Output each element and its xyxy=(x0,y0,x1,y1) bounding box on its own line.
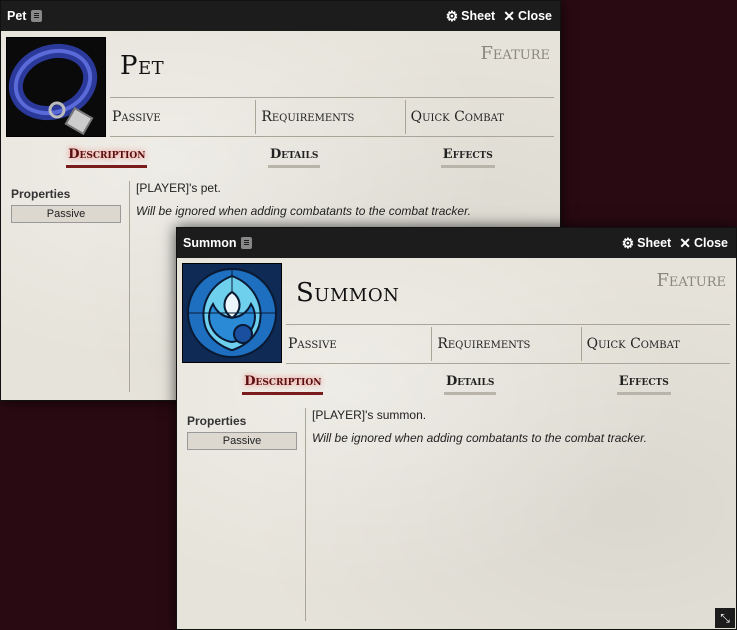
document-icon[interactable] xyxy=(31,10,43,22)
tab-description[interactable]: Description xyxy=(242,370,324,395)
sheet-button[interactable]: ⚙ Sheet xyxy=(446,9,496,23)
collar-icon xyxy=(7,38,105,136)
properties-sidebar: Properties Passive xyxy=(182,408,306,621)
item-image[interactable] xyxy=(182,263,282,363)
stained-glass-summon-icon xyxy=(183,264,281,362)
window-title: Pet xyxy=(7,9,27,23)
resize-icon: ⤡ xyxy=(720,611,730,625)
description-text: [PLAYER]'s pet. xyxy=(136,181,221,195)
close-icon: ✕ xyxy=(679,235,691,251)
sheet-tabs: Description Details Effects xyxy=(182,370,731,398)
summary-row: Passive Requirements Quick Combat xyxy=(110,97,554,137)
close-button[interactable]: ✕ Close xyxy=(679,236,728,250)
properties-sidebar: Properties Passive xyxy=(6,181,130,392)
close-button[interactable]: ✕ Close xyxy=(503,9,552,23)
tab-description[interactable]: Description xyxy=(66,143,148,168)
description-note: Will be ignored when adding combatants t… xyxy=(312,431,647,445)
quick-combat-cell[interactable]: Quick Combat xyxy=(406,100,554,134)
properties-label: Properties xyxy=(11,187,71,201)
tab-effects[interactable]: Effects xyxy=(616,370,671,395)
description-content[interactable]: [PLAYER]'s summon. Will be ignored when … xyxy=(312,408,726,454)
item-type: Feature xyxy=(480,43,550,64)
activation-cell: Passive xyxy=(110,100,257,134)
sheet-label: Sheet xyxy=(461,9,496,23)
tab-effects[interactable]: Effects xyxy=(440,143,495,168)
property-tag: Passive xyxy=(11,205,121,223)
sheet-button[interactable]: ⚙ Sheet xyxy=(622,236,672,250)
gear-icon: ⚙ xyxy=(621,235,635,251)
window-title: Summon xyxy=(183,236,237,250)
titlebar[interactable]: Pet ⚙ Sheet ✕ Close xyxy=(1,1,560,31)
summary-row: Passive Requirements Quick Combat xyxy=(286,324,730,364)
sheet-label: Sheet xyxy=(637,236,672,250)
property-tag: Passive xyxy=(187,432,297,450)
close-label: Close xyxy=(693,236,728,250)
quick-combat-cell[interactable]: Quick Combat xyxy=(582,327,730,361)
item-image[interactable] xyxy=(6,37,106,137)
description-content[interactable]: [PLAYER]'s pet. Will be ignored when add… xyxy=(136,181,550,227)
requirements-cell: Requirements xyxy=(256,100,406,134)
item-type: Feature xyxy=(656,270,726,291)
close-icon: ✕ xyxy=(503,8,515,24)
titlebar[interactable]: Summon ⚙ Sheet ✕ Close xyxy=(177,228,736,258)
properties-label: Properties xyxy=(187,414,247,428)
item-name[interactable]: Summon xyxy=(296,278,399,308)
resize-handle[interactable]: ⤡ xyxy=(715,608,735,628)
summon-item-sheet-window: Summon ⚙ Sheet ✕ Close Summon Feature Pa… xyxy=(176,227,737,630)
item-name[interactable]: Pet xyxy=(120,51,164,81)
gear-icon: ⚙ xyxy=(445,8,459,24)
activation-cell: Passive xyxy=(286,327,433,361)
document-icon[interactable] xyxy=(241,237,253,249)
tab-details[interactable]: Details xyxy=(267,143,321,168)
close-label: Close xyxy=(517,9,552,23)
description-note: Will be ignored when adding combatants t… xyxy=(136,204,471,218)
description-text: [PLAYER]'s summon. xyxy=(312,408,427,422)
tab-details[interactable]: Details xyxy=(443,370,497,395)
requirements-cell: Requirements xyxy=(432,327,582,361)
sheet-tabs: Description Details Effects xyxy=(6,143,555,171)
